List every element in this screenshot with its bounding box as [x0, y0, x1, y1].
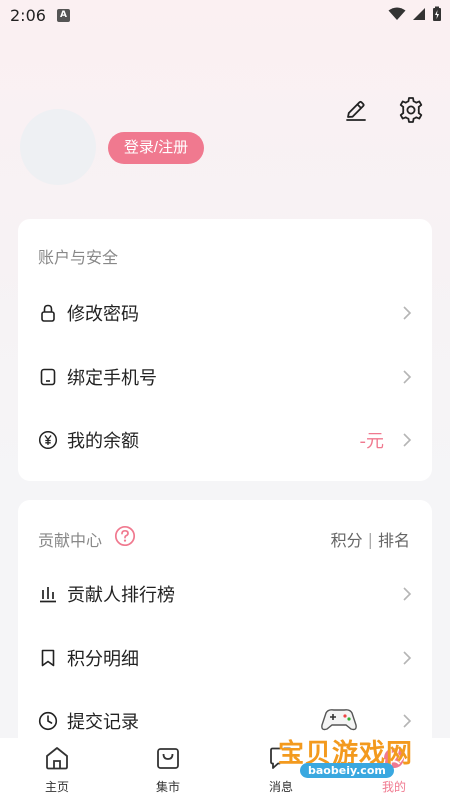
row-label: 我的余额 — [67, 431, 139, 452]
watermark-url: baobeiy.com — [300, 763, 394, 778]
contributor-leaderboard-row[interactable]: 贡献人排行榜 — [18, 566, 432, 622]
chevron-right-icon — [403, 433, 412, 447]
signal-icon — [413, 8, 425, 20]
account-section-title: 账户与安全 — [38, 248, 119, 267]
chevron-right-icon — [403, 370, 412, 384]
phone-icon — [38, 367, 58, 387]
chevron-right-icon — [403, 651, 412, 665]
edit-icon[interactable] — [343, 97, 369, 123]
nav-market[interactable]: 集市 — [138, 738, 198, 800]
rank-tab[interactable]: 排名 — [378, 527, 410, 551]
status-bar: 2:06 A — [0, 0, 450, 32]
change-password-row[interactable]: 修改密码 — [18, 285, 432, 341]
login-register-button[interactable]: 登录/注册 — [108, 132, 204, 164]
chevron-right-icon — [403, 587, 412, 601]
row-label: 提交记录 — [67, 712, 139, 733]
nav-home[interactable]: 主页 — [27, 738, 87, 800]
row-label: 贡献人排行榜 — [67, 585, 175, 606]
help-icon[interactable] — [114, 525, 136, 547]
watermark-logo: 宝贝游戏网 baobeiy.com — [278, 705, 446, 787]
lock-icon — [38, 303, 58, 323]
status-time: 2:06 — [10, 6, 46, 25]
row-label: 修改密码 — [67, 304, 139, 325]
shopping-bag-icon — [157, 748, 179, 769]
row-label: 绑定手机号 — [67, 368, 157, 389]
avatar[interactable] — [20, 109, 96, 185]
status-icons — [388, 6, 442, 22]
yuan-icon — [38, 430, 58, 450]
settings-gear-icon[interactable] — [396, 95, 426, 125]
score-rank-separator: | — [367, 529, 373, 549]
chevron-right-icon — [403, 306, 412, 320]
bind-phone-row[interactable]: 绑定手机号 — [18, 349, 432, 405]
points-detail-row[interactable]: 积分明细 — [18, 630, 432, 686]
bar-chart-icon — [38, 584, 58, 604]
battery-icon — [433, 6, 441, 21]
account-security-card: 账户与安全 修改密码 绑定手机号 我的余额 -元 — [18, 219, 432, 481]
home-icon — [46, 747, 68, 770]
score-tab[interactable]: 积分 — [331, 527, 363, 551]
row-label: 积分明细 — [67, 649, 139, 670]
contribution-section-title: 贡献中心 — [38, 531, 103, 550]
clock-icon — [38, 711, 58, 731]
nav-label: 集市 — [155, 780, 180, 794]
my-balance-row[interactable]: 我的余额 -元 — [18, 412, 432, 468]
nav-label: 主页 — [44, 780, 69, 794]
bookmark-icon — [38, 648, 58, 668]
balance-value: -元 — [359, 431, 385, 452]
gamepad-icon — [321, 709, 357, 731]
wifi-icon — [388, 7, 406, 20]
score-rank-toggle: 积分 | 排名 — [331, 527, 410, 551]
notification-badge: A — [57, 9, 70, 22]
